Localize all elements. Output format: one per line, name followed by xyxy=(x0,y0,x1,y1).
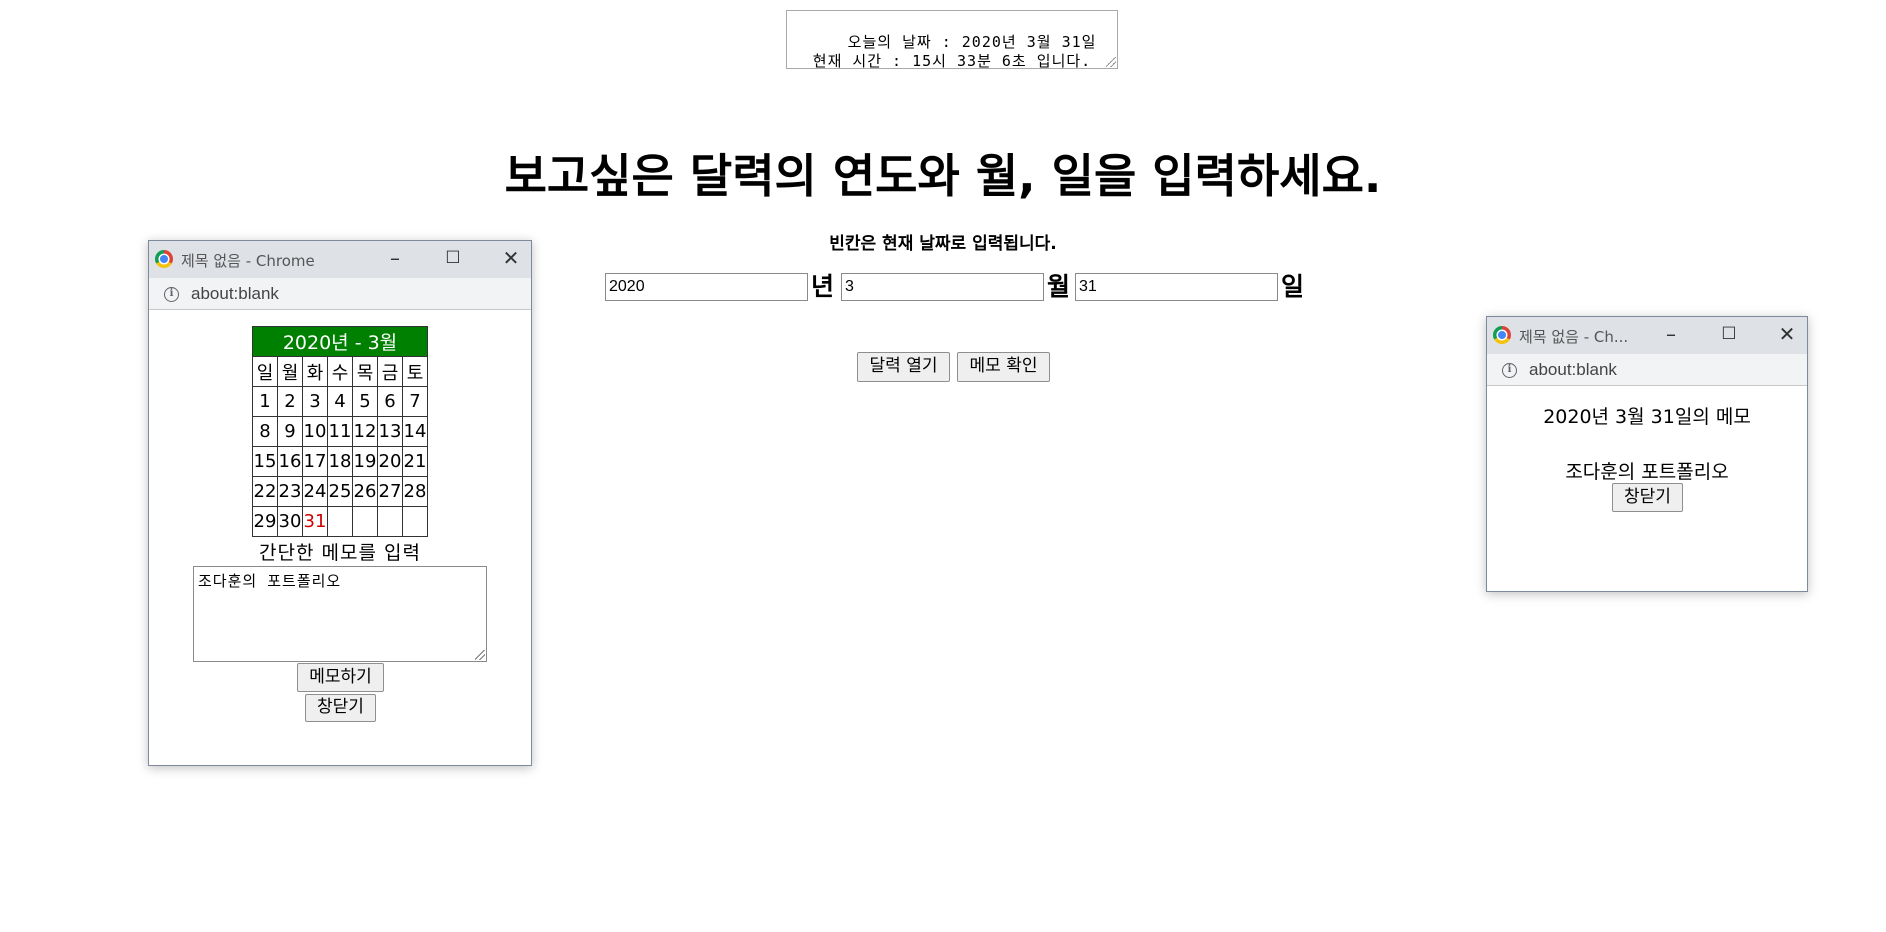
day-cell[interactable]: 21 xyxy=(402,446,428,477)
day-cell-empty xyxy=(327,506,353,537)
month-unit-label: 월 xyxy=(1047,272,1071,301)
close-icon[interactable]: ✕ xyxy=(501,248,521,268)
weekday-cell: 토 xyxy=(402,356,428,387)
day-cell[interactable]: 4 xyxy=(327,386,353,417)
day-cell[interactable]: 22 xyxy=(252,476,278,507)
calendar-table: 2020년 - 3월 일 월 화 수 목 금 토 1 2 3 4 5 6 7 8… xyxy=(252,326,428,537)
day-cell[interactable]: 9 xyxy=(277,416,303,447)
check-memo-button[interactable]: 메모 확인 xyxy=(957,352,1050,382)
maximize-icon[interactable]: ☐ xyxy=(443,248,463,268)
clock-textarea[interactable]: 오늘의 날짜 : 2020년 3월 31일 현재 시간 : 15시 33분 6초… xyxy=(786,10,1118,69)
calendar-popup-window: 제목 없음 - Chrome – ☐ ✕ i about:blank 2020년… xyxy=(148,240,532,766)
day-cell[interactable]: 6 xyxy=(377,386,403,417)
year-unit-label: 년 xyxy=(811,272,835,301)
close-icon[interactable]: ✕ xyxy=(1777,324,1797,344)
day-cell[interactable]: 28 xyxy=(402,476,428,507)
day-cell[interactable]: 15 xyxy=(252,446,278,477)
weekday-cell: 금 xyxy=(377,356,403,387)
resize-grip-icon[interactable] xyxy=(475,650,485,660)
weekday-cell: 일 xyxy=(252,356,278,387)
memo-content: 조다훈의 포트폴리오 xyxy=(1565,461,1729,483)
month-input[interactable] xyxy=(841,273,1044,301)
address-text: about:blank xyxy=(1529,360,1617,379)
day-cell[interactable]: 12 xyxy=(352,416,378,447)
weekday-cell: 월 xyxy=(277,356,303,387)
memo-popup-window: 제목 없음 - Ch... – ☐ ✕ i about:blank 2020년 … xyxy=(1486,316,1808,592)
weekday-cell: 화 xyxy=(302,356,328,387)
day-cell[interactable]: 17 xyxy=(302,446,328,477)
day-cell[interactable]: 14 xyxy=(402,416,428,447)
day-cell[interactable]: 16 xyxy=(277,446,303,477)
day-cell[interactable]: 3 xyxy=(302,386,328,417)
day-unit-label: 일 xyxy=(1281,272,1305,301)
day-cell[interactable]: 29 xyxy=(252,506,278,537)
close-window-button[interactable]: 창닫기 xyxy=(1612,483,1683,512)
day-input[interactable] xyxy=(1075,273,1278,301)
address-bar: i about:blank xyxy=(149,278,531,310)
day-cell[interactable]: 1 xyxy=(252,386,278,417)
day-cell[interactable]: 13 xyxy=(377,416,403,447)
open-calendar-button[interactable]: 달력 열기 xyxy=(857,352,950,382)
maximize-icon[interactable]: ☐ xyxy=(1719,324,1739,344)
memo-textarea[interactable]: 조다훈의 포트폴리오 xyxy=(193,566,487,662)
day-cell-today[interactable]: 31 xyxy=(302,506,328,537)
page-heading: 보고싶은 달력의 연도와 월, 일을 입력하세요. xyxy=(504,149,1382,203)
page: 오늘의 날짜 : 2020년 3월 31일 현재 시간 : 15시 33분 6초… xyxy=(0,0,1886,932)
day-cell[interactable]: 11 xyxy=(327,416,353,447)
memo-textarea-value: 조다훈의 포트폴리오 xyxy=(198,572,342,590)
memo-title: 2020년 3월 31일의 메모 xyxy=(1543,406,1751,428)
info-icon[interactable]: i xyxy=(164,287,179,302)
chrome-logo-icon xyxy=(155,250,173,268)
window-title: 제목 없음 - Ch... xyxy=(1519,328,1629,346)
day-cell[interactable]: 30 xyxy=(277,506,303,537)
titlebar[interactable]: 제목 없음 - Ch... – ☐ ✕ xyxy=(1487,317,1807,354)
day-cell[interactable]: 25 xyxy=(327,476,353,507)
day-cell[interactable]: 2 xyxy=(277,386,303,417)
day-cell[interactable]: 23 xyxy=(277,476,303,507)
calendar-header: 2020년 - 3월 xyxy=(252,326,428,357)
day-cell-empty xyxy=(352,506,378,537)
clock-text: 오늘의 날짜 : 2020년 3월 31일 현재 시간 : 15시 33분 6초… xyxy=(812,33,1117,69)
memo-label: 간단한 메모를 입력 xyxy=(259,542,421,564)
day-cell[interactable]: 18 xyxy=(327,446,353,477)
day-cell[interactable]: 26 xyxy=(352,476,378,507)
weekday-cell: 목 xyxy=(352,356,378,387)
day-cell[interactable]: 20 xyxy=(377,446,403,477)
day-cell[interactable]: 19 xyxy=(352,446,378,477)
chrome-logo-icon xyxy=(1493,326,1511,344)
minimize-icon[interactable]: – xyxy=(1661,324,1681,344)
window-title: 제목 없음 - Chrome xyxy=(181,252,315,270)
titlebar[interactable]: 제목 없음 - Chrome – ☐ ✕ xyxy=(149,241,531,278)
address-text: about:blank xyxy=(191,284,279,303)
minimize-icon[interactable]: – xyxy=(385,248,405,268)
resize-grip-icon[interactable] xyxy=(1106,57,1116,67)
day-cell[interactable]: 8 xyxy=(252,416,278,447)
address-bar: i about:blank xyxy=(1487,354,1807,386)
day-cell[interactable]: 7 xyxy=(402,386,428,417)
weekday-cell: 수 xyxy=(327,356,353,387)
save-memo-button[interactable]: 메모하기 xyxy=(297,663,384,692)
year-input[interactable] xyxy=(605,273,808,301)
day-cell-empty xyxy=(377,506,403,537)
day-cell[interactable]: 5 xyxy=(352,386,378,417)
day-cell[interactable]: 24 xyxy=(302,476,328,507)
close-window-button[interactable]: 창닫기 xyxy=(305,694,376,722)
day-cell[interactable]: 10 xyxy=(302,416,328,447)
day-cell-empty xyxy=(402,506,428,537)
info-icon[interactable]: i xyxy=(1502,363,1517,378)
day-cell[interactable]: 27 xyxy=(377,476,403,507)
